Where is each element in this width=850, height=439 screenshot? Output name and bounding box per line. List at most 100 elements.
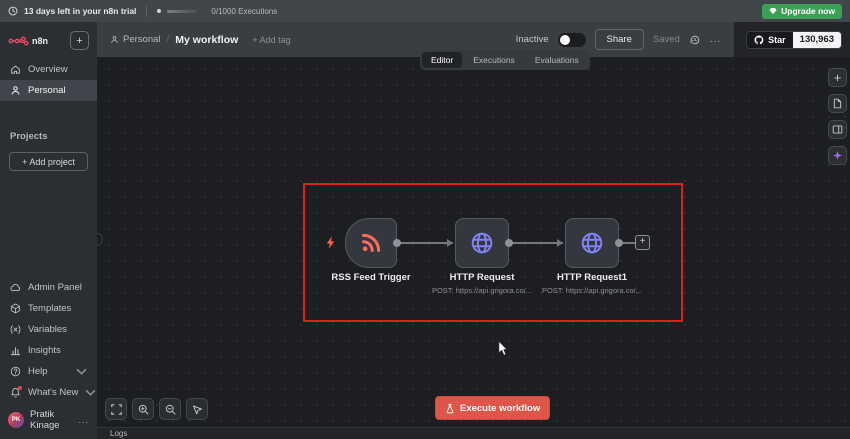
logs-panel-header[interactable]: Logs (97, 427, 850, 439)
add-node-button[interactable]: + (828, 68, 847, 87)
globe-icon (579, 230, 605, 256)
breadcrumb-project-label: Personal (123, 34, 161, 45)
notification-dot (18, 386, 22, 390)
new-workflow-button[interactable]: + (70, 31, 89, 50)
tab-executions[interactable]: Executions (464, 52, 524, 68)
github-star-button[interactable]: Star (747, 32, 793, 48)
output-port[interactable] (615, 239, 623, 247)
logs-label: Logs (97, 429, 127, 438)
node-rss-feed-trigger[interactable] (345, 218, 397, 268)
upgrade-now-button[interactable]: Upgrade now (762, 4, 842, 19)
sidebar: n8n + Overview Personal Projects + Add p… (0, 22, 97, 439)
input-port-arrow (557, 239, 563, 247)
help-icon (10, 366, 21, 377)
gem-icon (769, 7, 777, 15)
workflow-canvas[interactable]: + ‹ (97, 57, 850, 427)
bar-chart-icon (10, 345, 21, 356)
sidebar-item-overview[interactable]: Overview (0, 59, 97, 80)
active-toggle[interactable] (558, 33, 586, 47)
add-tag-button[interactable]: + Add tag (252, 35, 290, 45)
bell-icon-wrap (10, 387, 21, 398)
github-star-label: Star (768, 35, 786, 45)
output-port[interactable] (393, 239, 401, 247)
ai-assistant-button[interactable] (828, 146, 847, 165)
saved-status: Saved (653, 34, 680, 45)
share-button[interactable]: Share (595, 29, 644, 50)
projects-section-label: Projects (0, 131, 97, 142)
pointer-icon (192, 404, 203, 415)
tab-evaluations[interactable]: Evaluations (526, 52, 588, 68)
user-menu[interactable]: PK Pratik Kinage ... (0, 403, 97, 439)
note-icon (832, 98, 843, 109)
tab-editor[interactable]: Editor (422, 52, 462, 68)
toggle-panel-button[interactable] (828, 120, 847, 139)
sidebar-item-personal[interactable]: Personal (0, 80, 97, 101)
tidy-up-button[interactable] (186, 398, 208, 420)
sidebar-item-label: Overview (28, 64, 68, 75)
add-project-button[interactable]: + Add project (9, 152, 88, 171)
more-options-button[interactable]: ... (710, 34, 721, 45)
divider (146, 6, 147, 17)
user-options-button[interactable]: ... (78, 415, 89, 425)
sidebar-item-whats-new[interactable]: What's New (0, 382, 97, 403)
github-icon (754, 35, 764, 45)
github-star-widget[interactable]: Star 130,963 (746, 31, 842, 49)
zoom-out-button[interactable] (159, 398, 181, 420)
sidebar-nav-top: Overview Personal (0, 59, 97, 101)
execute-workflow-button[interactable]: Execute workflow (435, 396, 550, 420)
breadcrumb-separator: / (167, 34, 170, 45)
zoom-to-fit-button[interactable] (105, 398, 127, 420)
sidebar-item-admin-panel[interactable]: Admin Panel (0, 277, 97, 298)
sidebar-nav-bottom: Admin Panel Templates Variables Insights… (0, 277, 97, 403)
chevron-down-icon (85, 387, 96, 398)
sidebar-collapse-button[interactable]: ‹ (97, 233, 103, 246)
chevron-down-icon (76, 366, 87, 377)
fit-screen-icon (111, 404, 122, 415)
node-http-request1[interactable] (565, 218, 619, 268)
execute-workflow-label: Execute workflow (460, 403, 540, 414)
output-port[interactable] (505, 239, 513, 247)
clock-icon (8, 6, 18, 16)
sidebar-item-label: Templates (28, 303, 71, 314)
github-zone: Star 130,963 (734, 22, 850, 57)
box-icon (10, 303, 21, 314)
sparkle-icon (832, 150, 843, 161)
lightning-bolt-icon (325, 235, 336, 250)
canvas-zoom-controls (105, 398, 208, 420)
zoom-in-button[interactable] (132, 398, 154, 420)
input-port-arrow (447, 239, 453, 247)
sidebar-item-label: Admin Panel (28, 282, 82, 293)
sidebar-logo-row: n8n + (0, 22, 97, 59)
workflow-title[interactable]: My workflow (175, 34, 238, 46)
flask-icon (445, 403, 455, 414)
sidebar-item-insights[interactable]: Insights (0, 340, 97, 361)
sidebar-item-help[interactable]: Help (0, 361, 97, 382)
append-node-button[interactable]: + (635, 235, 650, 250)
cloud-icon (10, 282, 21, 293)
sidebar-item-variables[interactable]: Variables (0, 319, 97, 340)
trial-banner: 13 days left in your n8n trial 0/1000 Ex… (0, 0, 850, 22)
github-star-count[interactable]: 130,963 (793, 32, 841, 48)
history-icon (689, 34, 701, 46)
upgrade-now-label: Upgrade now (781, 6, 835, 16)
n8n-logo: n8n (8, 36, 48, 46)
add-sticky-note-button[interactable] (828, 94, 847, 113)
sidebar-item-label: Variables (28, 324, 67, 335)
home-icon (10, 64, 21, 75)
zoom-in-icon (138, 404, 149, 415)
sidebar-item-templates[interactable]: Templates (0, 298, 97, 319)
sidebar-item-label: Insights (28, 345, 61, 356)
person-icon (110, 35, 119, 44)
zoom-out-icon (165, 404, 176, 415)
person-icon (10, 85, 21, 96)
history-button[interactable] (689, 34, 701, 46)
main-area: Personal / My workflow + Add tag Inactiv… (97, 22, 850, 439)
canvas-side-tools: + (828, 68, 847, 165)
node-http-request[interactable] (455, 218, 509, 268)
trial-message: 13 days left in your n8n trial (24, 6, 136, 16)
view-tabs: Editor Executions Evaluations (420, 50, 590, 70)
executions-progress-dot (157, 9, 161, 13)
globe-icon (469, 230, 495, 256)
executions-progress-track (167, 10, 197, 13)
breadcrumb-project[interactable]: Personal (110, 34, 161, 45)
